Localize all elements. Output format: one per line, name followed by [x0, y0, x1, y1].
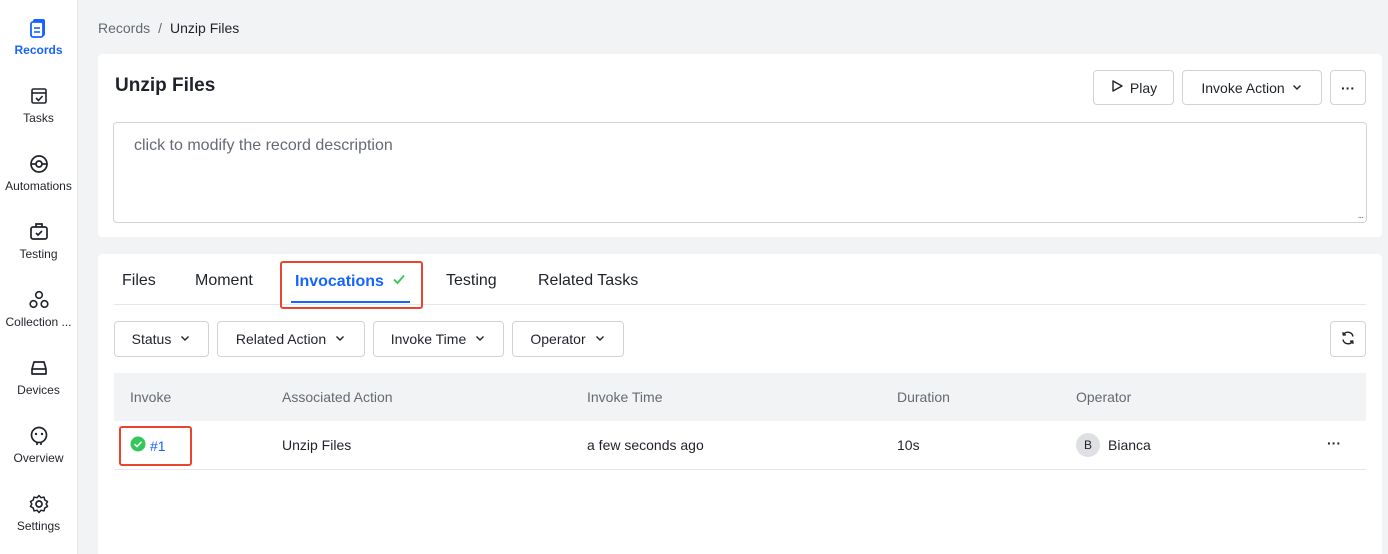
tab-label: Related Tasks	[538, 272, 639, 289]
more-actions-button[interactable]: ···	[1330, 70, 1366, 105]
column-header: Invoke	[130, 389, 172, 405]
row-more-button[interactable]: ···	[1327, 435, 1341, 451]
sidebar-item-records[interactable]: Records	[0, 0, 77, 68]
breadcrumb-separator: /	[158, 20, 163, 36]
column-header: Duration	[897, 389, 950, 405]
play-button[interactable]: Play	[1093, 70, 1174, 105]
operator-name: Bianca	[1108, 437, 1151, 453]
tab-moment[interactable]: Moment	[195, 272, 253, 290]
sidebar-item-devices[interactable]: Devices	[0, 340, 77, 408]
sidebar-item-label: Tasks	[23, 111, 54, 125]
tab-label: Testing	[446, 272, 497, 289]
time-cell: a few seconds ago	[587, 437, 704, 453]
column-header: Operator	[1076, 389, 1132, 405]
chevron-down-icon	[594, 331, 606, 347]
tasks-icon	[27, 84, 51, 108]
chevron-down-icon	[179, 331, 191, 347]
collection-icon	[27, 288, 51, 312]
breadcrumb-current: Unzip Files	[170, 20, 240, 36]
operator-filter[interactable]: Operator	[512, 321, 624, 357]
status-filter[interactable]: Status	[114, 321, 209, 357]
column-header: Invoke Time	[587, 389, 663, 405]
record-header-card: Unzip Files Play Invoke Action ··· click…	[98, 54, 1382, 237]
play-label: Play	[1129, 79, 1158, 96]
testing-icon	[27, 220, 51, 244]
refresh-icon	[1340, 330, 1356, 349]
tab-related-tasks[interactable]: Related Tasks	[538, 272, 638, 290]
invoke-action-label: Invoke Action	[1201, 79, 1285, 96]
more-icon: ···	[1341, 79, 1355, 96]
invocations-table: Invoke Associated Action Invoke Time Dur…	[114, 373, 1366, 470]
settings-icon	[27, 492, 51, 516]
table-row[interactable]: #1 Unzip Files a few seconds ago 10s B B…	[114, 421, 1366, 470]
operator-cell: B Bianca	[1076, 433, 1151, 457]
filter-label: Status	[131, 331, 172, 347]
chevron-down-icon	[334, 331, 346, 347]
breadcrumb: Records / Unzip Files	[98, 20, 239, 36]
sidebar-item-label: Overview	[13, 451, 64, 465]
sidebar-item-collection[interactable]: Collection ...	[0, 272, 77, 340]
sidebar-item-tasks[interactable]: Tasks	[0, 68, 77, 136]
invoke-action-dropdown[interactable]: Invoke Action	[1182, 70, 1322, 105]
avatar: B	[1076, 433, 1100, 457]
column-header: Associated Action	[282, 389, 393, 405]
chevron-down-icon	[474, 331, 486, 347]
breadcrumb-records-link[interactable]: Records	[98, 20, 150, 36]
sidebar-item-label: Settings	[16, 519, 61, 533]
sidebar-item-label: Automations	[5, 179, 72, 193]
automations-icon	[27, 152, 51, 176]
sidebar-item-settings[interactable]: Settings	[0, 476, 77, 544]
tab-files[interactable]: Files	[122, 272, 156, 290]
tab-label: Files	[122, 272, 156, 289]
devices-icon	[27, 356, 51, 380]
highlight-box	[280, 261, 423, 309]
related-action-filter[interactable]: Related Action	[217, 321, 365, 357]
sidebar-item-testing[interactable]: Testing	[0, 204, 77, 272]
record-description[interactable]: click to modify the record description .…	[113, 122, 1367, 223]
action-cell: Unzip Files	[282, 437, 352, 453]
overview-icon	[27, 424, 51, 448]
page-title: Unzip Files	[115, 75, 216, 96]
refresh-button[interactable]	[1330, 321, 1366, 357]
chevron-down-icon	[1291, 80, 1303, 96]
sidebar-item-label: Devices	[17, 383, 60, 397]
highlight-box	[119, 426, 192, 466]
tab-testing[interactable]: Testing	[446, 272, 497, 290]
duration-cell: 10s	[897, 437, 920, 453]
resize-grip-icon[interactable]: ...	[1358, 210, 1364, 221]
sidebar-item-automations[interactable]: Automations	[0, 136, 77, 204]
description-text: click to modify the record description	[134, 137, 393, 154]
record-content-card: Files Moment Invocations Testing Related…	[98, 254, 1382, 554]
filter-label: Operator	[530, 331, 586, 347]
filter-label: Invoke Time	[390, 331, 467, 347]
sidebar-item-overview[interactable]: Overview	[0, 408, 77, 476]
sidebar: Records Tasks Automations Testing Collec…	[0, 0, 78, 554]
sidebar-item-label: Testing	[19, 247, 58, 261]
sidebar-item-label: Records	[14, 43, 63, 57]
records-icon	[27, 16, 51, 40]
filter-label: Related Action	[235, 331, 327, 347]
invoke-time-filter[interactable]: Invoke Time	[373, 321, 504, 357]
table-header: Invoke Associated Action Invoke Time Dur…	[114, 373, 1366, 421]
sidebar-item-label: Collection ...	[5, 315, 72, 329]
tab-label: Moment	[195, 272, 253, 289]
play-icon	[1110, 79, 1124, 96]
